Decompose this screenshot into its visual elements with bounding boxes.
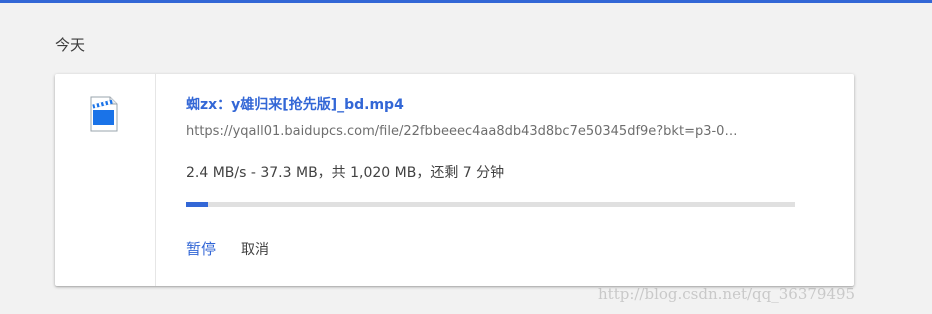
download-progress-fill bbox=[186, 202, 209, 207]
date-heading: 今天 bbox=[55, 36, 86, 54]
cancel-button[interactable]: 取消 bbox=[241, 240, 269, 260]
pause-button[interactable]: 暂停 bbox=[186, 239, 216, 259]
file-source-url: https://yqall01.baidupcs.com/file/22fbbe… bbox=[186, 124, 738, 139]
download-details: 蜘zx：y雄归来[抢先版]_bd.mp4 https://yqall01.bai… bbox=[186, 74, 826, 286]
file-name-link[interactable]: 蜘zx：y雄归来[抢先版]_bd.mp4 bbox=[186, 95, 404, 115]
top-accent-bar bbox=[0, 0, 932, 3]
file-icon-column bbox=[55, 74, 156, 286]
download-progress-bar bbox=[186, 202, 795, 207]
video-file-icon bbox=[90, 96, 118, 132]
download-status-text: 2.4 MB/s - 37.3 MB，共 1,020 MB，还剩 7 分钟 bbox=[186, 165, 505, 181]
download-item-card: 蜘zx：y雄归来[抢先版]_bd.mp4 https://yqall01.bai… bbox=[55, 74, 854, 286]
watermark-text: http://blog.csdn.net/qq_36379495 bbox=[598, 285, 856, 303]
